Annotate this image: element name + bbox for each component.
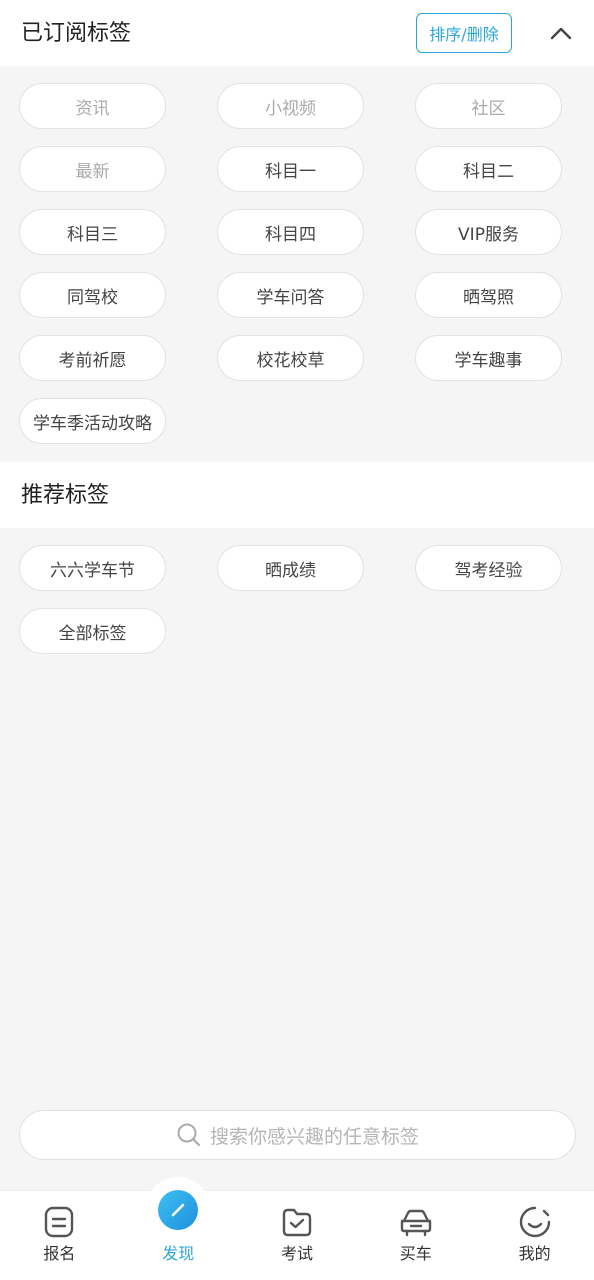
subscribed-tag[interactable]: 学车问答 xyxy=(217,272,364,318)
recommended-tag[interactable]: 晒成绩 xyxy=(217,545,364,591)
subscribed-tag[interactable]: 考前祈愿 xyxy=(19,335,166,381)
subscribed-tag[interactable]: 同驾校 xyxy=(19,272,166,318)
nav-item-buy-car[interactable]: 买车 xyxy=(356,1191,475,1280)
discover-icon xyxy=(158,1190,199,1230)
collapse-button[interactable] xyxy=(546,20,576,46)
subscribed-tag[interactable]: 学车趣事 xyxy=(415,335,562,381)
bottom-nav: 报名 发现 考试 买车 我的 xyxy=(0,1177,594,1280)
signup-icon xyxy=(45,1206,74,1238)
nav-label: 报名 xyxy=(43,1244,76,1263)
recommended-title: 推荐标签 xyxy=(21,483,110,508)
subscribed-tag[interactable]: 科目一 xyxy=(217,146,364,192)
nav-item-profile[interactable]: 我的 xyxy=(475,1191,594,1280)
sort-delete-button[interactable]: 排序/删除 xyxy=(416,13,512,53)
search-icon xyxy=(177,1123,201,1147)
profile-icon xyxy=(519,1206,550,1238)
subscribed-title: 已订阅标签 xyxy=(21,21,132,46)
subscribed-tag[interactable]: 学车季活动攻略 xyxy=(19,398,166,444)
tag-management-page: 已订阅标签 排序/删除 资讯 小视频 社区 最新 科目一 科目二 科目三 科目四… xyxy=(0,0,594,1280)
all-tags-button[interactable]: 全部标签 xyxy=(19,608,166,654)
car-icon xyxy=(400,1209,431,1237)
pen-icon xyxy=(171,1203,185,1217)
nav-item-exam[interactable]: 考试 xyxy=(238,1191,357,1280)
subscribed-tag-grid: 资讯 小视频 社区 最新 科目一 科目二 科目三 科目四 VIP服务 同驾校 学… xyxy=(0,83,594,444)
nav-item-signup[interactable]: 报名 xyxy=(0,1191,119,1280)
subscribed-tag[interactable]: 科目三 xyxy=(19,209,166,255)
nav-label: 发现 xyxy=(162,1244,195,1263)
recommended-header: 推荐标签 xyxy=(0,462,594,528)
discover-bubble xyxy=(145,1177,212,1243)
subscribed-tag[interactable]: 科目二 xyxy=(415,146,562,192)
nav-label: 买车 xyxy=(399,1244,432,1263)
search-placeholder: 搜索你感兴趣的任意标签 xyxy=(209,1125,419,1148)
subscribed-tag[interactable]: 科目四 xyxy=(217,209,364,255)
subscribed-tag[interactable]: 校花校草 xyxy=(217,335,364,381)
exam-icon xyxy=(282,1208,312,1237)
nav-label: 我的 xyxy=(518,1244,551,1263)
recommended-tag[interactable]: 驾考经验 xyxy=(415,545,562,591)
tag-search-input[interactable]: 搜索你感兴趣的任意标签 xyxy=(19,1110,576,1160)
subscribed-tag[interactable]: 资讯 xyxy=(19,83,166,129)
subscribed-tag[interactable]: 晒驾照 xyxy=(415,272,562,318)
recommended-tag[interactable]: 六六学车节 xyxy=(19,545,166,591)
nav-label: 考试 xyxy=(280,1244,313,1263)
recommended-tag-grid: 六六学车节 晒成绩 驾考经验 全部标签 xyxy=(0,545,594,654)
subscribed-tag[interactable]: 最新 xyxy=(19,146,166,192)
chevron-up-icon xyxy=(550,27,572,40)
subscribed-header: 已订阅标签 排序/删除 xyxy=(0,0,594,66)
recommended-tag-area: 六六学车节 晒成绩 驾考经验 全部标签 xyxy=(0,545,594,654)
subscribed-tag[interactable]: 小视频 xyxy=(217,83,364,129)
subscribed-tag[interactable]: 社区 xyxy=(415,83,562,129)
nav-item-discover[interactable]: 发现 xyxy=(119,1177,238,1280)
subscribed-tag[interactable]: VIP服务 xyxy=(415,209,562,255)
subscribed-tag-area: 资讯 小视频 社区 最新 科目一 科目二 科目三 科目四 VIP服务 同驾校 学… xyxy=(0,83,594,444)
